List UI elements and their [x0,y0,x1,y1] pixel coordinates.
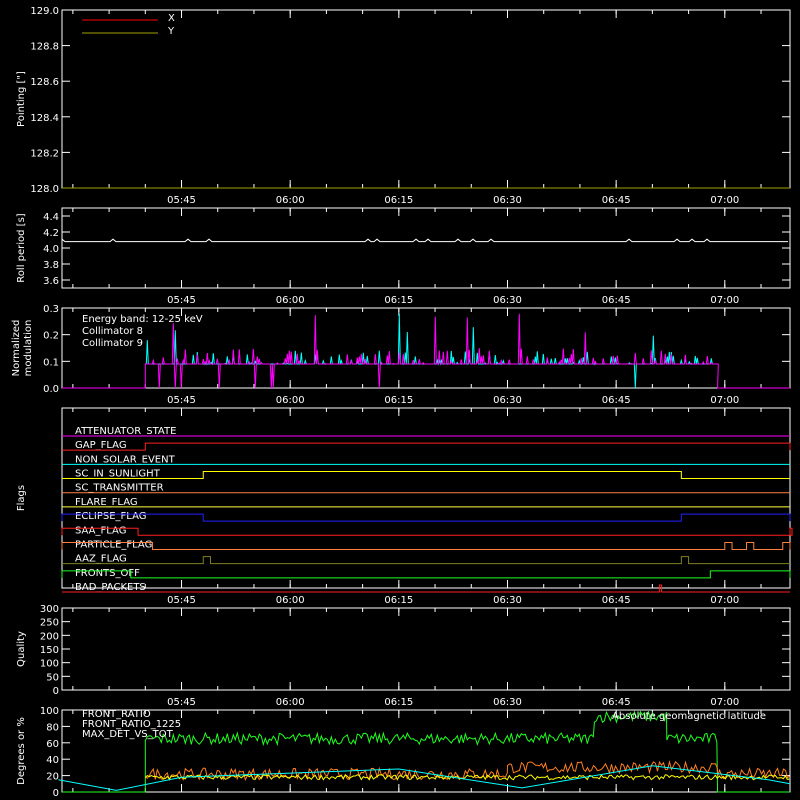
flag-line [62,556,790,565]
x-tick-label: 06:30 [493,395,522,406]
y-axis-label: Roll period [s] [16,213,27,282]
x-tick-label: 06:15 [384,595,413,606]
y-tick-label: 250 [40,618,59,629]
x-tick-label: 06:45 [602,295,631,306]
y-tick-label: 0.0 [43,384,59,395]
y-axis-label-line1: Normalized [11,320,22,377]
flag-line [61,513,791,522]
x-tick-label: 06:15 [384,195,413,206]
roll-period-line [61,238,788,243]
x-tick-label: 06:45 [602,395,631,406]
x-tick-label: 06:00 [276,395,305,406]
x-tick-label: 06:00 [276,195,305,206]
legend-label: X [168,13,175,24]
y-tick-label: 4.0 [43,244,59,255]
y-axis-label: Quality [16,631,27,667]
flag-label: FLARE_FLAG [75,497,138,508]
y-tick-label: 0.3 [43,304,59,315]
y-tick-label: 128.0 [30,184,59,195]
x-tick-label: 05:45 [167,595,196,606]
x-tick-label: 06:00 [276,295,305,306]
y-tick-label: 20 [46,772,59,783]
legend-label: Y [167,26,175,37]
y-tick-label: 40 [46,755,59,766]
flag-label: SC_TRANSMITTER [75,483,164,494]
x-tick-label: 06:00 [276,595,305,606]
flag-line [62,471,790,480]
y-tick-label: 3.6 [43,276,59,287]
y-tick-label: 0 [53,686,59,697]
collimator-8-line [145,313,719,389]
legend-label: MAX_DET_VS_TOT [82,729,174,740]
y-tick-label: 128.2 [30,148,59,159]
hessi-observing-summary: 05:45 06:00 06:15 06:30 06:45 07:00 Pointing [… [11,6,793,799]
x-tick-label: 06:15 [384,395,413,406]
x-tick-label: 06:15 [384,697,413,708]
x-tick-label: 07:00 [710,697,739,708]
flag-line [61,570,791,579]
x-tick-label: 06:30 [493,595,522,606]
x-tick-label: 06:15 [384,295,413,306]
y-tick-label: 100 [40,706,59,717]
series-line [144,773,790,781]
panel-frame [61,207,791,289]
flag-label: AAZ_FLAG [75,554,127,565]
flag-label: SC_IN_SUNLIGHT [75,469,161,480]
x-tick-label: 07:00 [710,295,739,306]
y-axis-label: Pointing ["] [16,71,27,127]
x-tick-label: 06:30 [493,295,522,306]
y-tick-label: 200 [40,631,59,642]
y-tick-label: 0.2 [43,331,59,342]
flag-label: NON_SOLAR_EVENT [75,454,176,465]
y-tick-label: 3.8 [43,260,59,271]
flag-label: PARTICLE_FLAG [75,539,152,550]
flag-line [61,541,791,550]
energy-band-annotation: Energy band: 12-25 keV [82,314,203,325]
flag-label: GAP_FLAG [75,440,127,451]
x-tick-label: 05:45 [167,295,196,306]
x-tick-label: 07:00 [710,395,739,406]
y-tick-label: 50 [46,672,59,683]
x-tick-label: 06:45 [602,595,631,606]
x-tick-label: 06:45 [602,697,631,708]
x-tick-label: 06:45 [602,195,631,206]
y-tick-label: 129.0 [30,6,59,17]
y-tick-label: 300 [40,604,59,615]
legend-label: Collimator 8 [82,326,143,337]
y-tick-label: 128.8 [30,42,59,53]
flag-line [62,442,791,451]
y-tick-label: 4.4 [43,212,59,223]
y-axis-label: Flags [16,485,27,511]
x-tick-label: 05:45 [167,395,196,406]
x-tick-label: 07:00 [710,595,739,606]
legend-label-right: Absolute geomagnetic latitude [612,711,766,722]
y-tick-label: 0 [53,788,59,799]
x-tick-label: 06:30 [493,697,522,708]
y-axis-label: Degrees or % [16,717,27,785]
x-tick-label: 06:30 [493,195,522,206]
flag-label: SAA_FLAG [75,525,126,536]
y-tick-label: 100 [40,659,59,670]
y-tick-label: 60 [46,739,59,750]
y-axis-label-line2: modulation [23,320,34,377]
y-tick-label: 150 [40,645,59,656]
x-tick-label: 05:45 [167,195,196,206]
panel-frame [61,607,791,691]
flag-label: ATTENUATOR_STATE [75,426,176,437]
x-tick-label: 06:00 [276,697,305,708]
x-tick-label: 05:45 [167,697,196,708]
y-tick-label: 128.4 [30,113,59,124]
flag-line [61,527,793,536]
y-tick-label: 128.6 [30,77,59,88]
flag-label: BAD_PACKETS [75,582,146,593]
flag-label: ECLIPSE_FLAG [75,511,146,522]
y-tick-label: 0.1 [43,357,59,368]
y-tick-label: 80 [46,722,59,733]
y-tick-label: 4.2 [43,228,59,239]
legend-label: Collimator 9 [82,338,143,349]
x-tick-label: 07:00 [710,195,739,206]
